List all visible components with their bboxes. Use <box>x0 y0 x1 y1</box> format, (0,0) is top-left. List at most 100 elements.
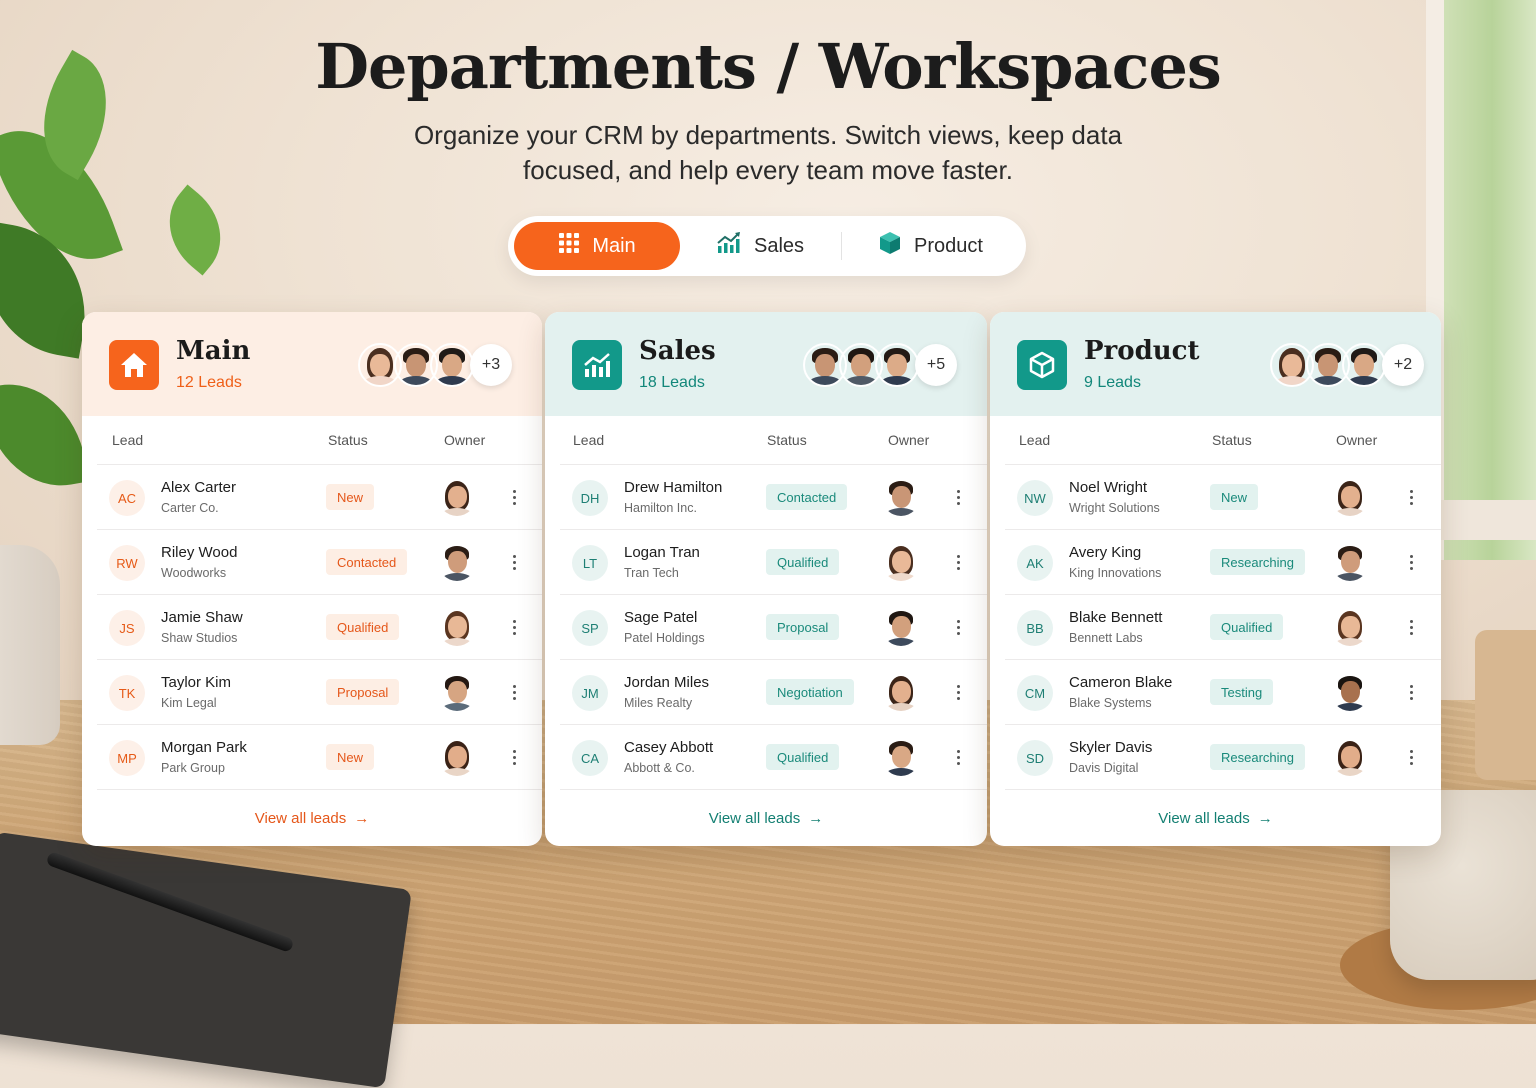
status-badge: Researching <box>1210 744 1305 770</box>
card-title: Sales <box>639 336 716 366</box>
more-members-badge[interactable]: +3 <box>470 344 512 386</box>
lead-company: Abbott & Co. <box>624 761 695 775</box>
lead-name: Skyler Davis <box>1069 739 1153 756</box>
status-badge: New <box>326 484 375 510</box>
more-options-icon[interactable] <box>1404 680 1418 704</box>
tab-sales[interactable]: Sales <box>716 222 826 270</box>
table-row[interactable]: JS Jamie Shaw Shaw Studios Qualified <box>97 595 542 660</box>
more-options-icon[interactable] <box>1404 485 1418 509</box>
more-options-icon[interactable] <box>1404 745 1418 769</box>
lead-initials: CM <box>1017 675 1053 711</box>
department-switcher: Main Sales Product <box>508 216 1026 276</box>
card-header: Main 12 Leads +3 <box>82 312 542 416</box>
more-options-icon[interactable] <box>951 745 965 769</box>
grid-icon <box>558 232 580 260</box>
lead-initials: AC <box>109 480 145 516</box>
tab-main-label: Main <box>592 234 636 257</box>
owner-avatar <box>438 543 476 581</box>
lead-company: Carter Co. <box>161 501 219 515</box>
lead-company: Tran Tech <box>624 566 679 580</box>
lead-initials: SP <box>572 610 608 646</box>
owner-avatar <box>882 738 920 776</box>
more-members-badge[interactable]: +5 <box>915 344 957 386</box>
tab-product[interactable]: Product <box>878 222 1008 270</box>
member-avatars[interactable]: +2 <box>1270 343 1424 387</box>
lead-name: Taylor Kim <box>161 674 232 691</box>
table-row[interactable]: SP Sage Patel Patel Holdings Proposal <box>560 595 987 660</box>
status-badge: Qualified <box>766 744 840 770</box>
status-badge: Testing <box>1210 679 1274 705</box>
more-options-icon[interactable] <box>507 550 521 574</box>
owner-avatar <box>438 608 476 646</box>
table-row[interactable]: AK Avery King King Innovations Researchi… <box>1005 530 1441 595</box>
box-icon <box>878 231 902 261</box>
view-all-leads-link[interactable]: View all leads → <box>82 810 542 827</box>
owner-avatar <box>1331 738 1369 776</box>
lead-company: Bennett Labs <box>1069 631 1143 645</box>
arrow-right-icon: → <box>808 810 824 827</box>
table-row[interactable]: RW Riley Wood Woodworks Contacted <box>97 530 542 595</box>
switcher-divider <box>841 232 842 260</box>
lead-name: Sage Patel <box>624 609 698 626</box>
table-row[interactable]: JM Jordan Miles Miles Realty Negotiation <box>560 660 987 725</box>
leads-table: NW Noel Wright Wright Solutions New AK A… <box>1005 464 1441 790</box>
avatar <box>1342 343 1386 387</box>
status-badge: New <box>1210 484 1259 510</box>
lead-initials: TK <box>109 675 145 711</box>
column-header-owner: Owner <box>1336 432 1378 448</box>
lead-name: Blake Bennett <box>1069 609 1163 626</box>
more-options-icon[interactable] <box>951 615 965 639</box>
lead-initials: JS <box>109 610 145 646</box>
more-options-icon[interactable] <box>507 680 521 704</box>
status-badge: Researching <box>1210 549 1305 575</box>
page-title: Departments / Workspaces <box>315 30 1222 103</box>
lead-initials: LT <box>572 545 608 581</box>
more-options-icon[interactable] <box>1404 550 1418 574</box>
owner-avatar <box>1331 478 1369 516</box>
table-row[interactable]: BB Blake Bennett Bennett Labs Qualified <box>1005 595 1441 660</box>
lead-name: Jordan Miles <box>624 674 710 691</box>
lead-count: 12 Leads <box>176 374 242 391</box>
more-options-icon[interactable] <box>507 485 521 509</box>
table-row[interactable]: CM Cameron Blake Blake Systems Testing <box>1005 660 1441 725</box>
lead-name: Avery King <box>1069 544 1142 561</box>
lead-name: Logan Tran <box>624 544 700 561</box>
tab-product-label: Product <box>914 234 983 257</box>
owner-avatar <box>438 738 476 776</box>
more-options-icon[interactable] <box>507 745 521 769</box>
status-badge: Qualified <box>766 549 840 575</box>
view-all-leads-link[interactable]: View all leads → <box>545 810 987 827</box>
status-badge: New <box>326 744 375 770</box>
table-row[interactable]: AC Alex Carter Carter Co. New <box>97 465 542 530</box>
more-options-icon[interactable] <box>1404 615 1418 639</box>
lead-initials: BB <box>1017 610 1053 646</box>
table-row[interactable]: CA Casey Abbott Abbott & Co. Qualified <box>560 725 987 790</box>
table-row[interactable]: NW Noel Wright Wright Solutions New <box>1005 465 1441 530</box>
lead-company: Miles Realty <box>624 696 693 710</box>
member-avatars[interactable]: +3 <box>358 343 512 387</box>
more-members-badge[interactable]: +2 <box>1382 344 1424 386</box>
column-header-lead: Lead <box>112 432 144 448</box>
lead-company: King Innovations <box>1069 566 1162 580</box>
card-header: Sales 18 Leads +5 <box>545 312 987 416</box>
tab-main[interactable]: Main <box>514 222 680 270</box>
table-row[interactable]: MP Morgan Park Park Group New <box>97 725 542 790</box>
member-avatars[interactable]: +5 <box>803 343 957 387</box>
more-options-icon[interactable] <box>507 615 521 639</box>
table-row[interactable]: DH Drew Hamilton Hamilton Inc. Contacted <box>560 465 987 530</box>
lead-company: Wright Solutions <box>1069 501 1160 515</box>
department-card-main: Main 12 Leads +3 Lead Status Owner AC Al… <box>82 312 542 846</box>
status-badge: Contacted <box>326 549 408 575</box>
view-all-leads-link[interactable]: View all leads → <box>990 810 1441 827</box>
lead-company: Davis Digital <box>1069 761 1139 775</box>
lead-name: Cameron Blake <box>1069 674 1173 691</box>
box-icon <box>1017 340 1067 390</box>
more-options-icon[interactable] <box>951 485 965 509</box>
table-row[interactable]: SD Skyler Davis Davis Digital Researchin… <box>1005 725 1441 790</box>
table-row[interactable]: TK Taylor Kim Kim Legal Proposal <box>97 660 542 725</box>
more-options-icon[interactable] <box>951 680 965 704</box>
table-row[interactable]: LT Logan Tran Tran Tech Qualified <box>560 530 987 595</box>
owner-avatar <box>438 673 476 711</box>
status-badge: Qualified <box>1210 614 1284 640</box>
more-options-icon[interactable] <box>951 550 965 574</box>
